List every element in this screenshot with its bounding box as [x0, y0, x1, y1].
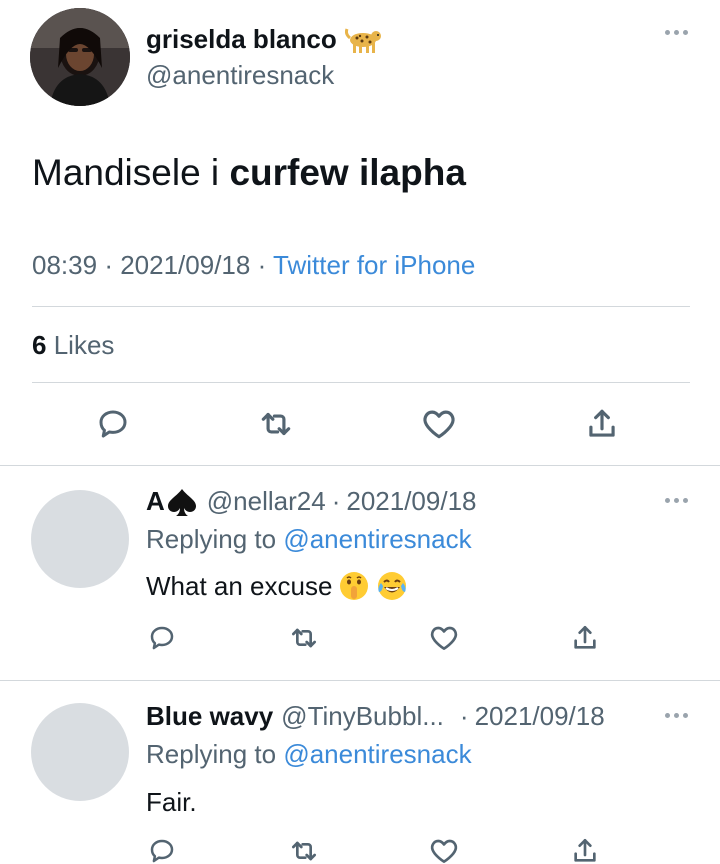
- reply-date[interactable]: 2021/09/18: [346, 486, 476, 517]
- meta-separator: ·: [257, 250, 267, 280]
- reply-text-content: What an excuse: [146, 570, 333, 601]
- more-icon[interactable]: [665, 498, 688, 503]
- reply-tweet[interactable]: A @nellar24 · 2021/09/18 Replying to @an…: [0, 466, 720, 680]
- likes-count: 6: [32, 330, 47, 360]
- more-icon[interactable]: [665, 30, 688, 35]
- replying-to: Replying to @anentiresnack: [146, 524, 472, 555]
- tweet-text: Mandisele i curfew ilapha: [32, 152, 466, 194]
- reply-tweet[interactable]: Blue wavy @TinyBubbl... · 2021/09/18 Rep…: [0, 681, 720, 864]
- mention-link[interactable]: @anentiresnack: [283, 524, 471, 554]
- display-name-text[interactable]: griselda blanco: [146, 24, 337, 55]
- reply-icon[interactable]: [93, 404, 133, 444]
- leopard-emoji-icon: [344, 26, 383, 54]
- retweet-icon[interactable]: [284, 618, 324, 658]
- tweet-text-plain: Mandisele i: [32, 152, 230, 193]
- reply-header: A @nellar24 · 2021/09/18: [146, 486, 477, 517]
- reply-text: What an excuse: [146, 570, 408, 602]
- avatar[interactable]: [31, 490, 129, 588]
- tweet-source-link[interactable]: Twitter for iPhone: [273, 250, 475, 280]
- reply-header: Blue wavy @TinyBubbl... · 2021/09/18: [146, 701, 605, 732]
- mention-link[interactable]: @anentiresnack: [283, 739, 471, 769]
- likes-stat[interactable]: 6 Likes: [32, 330, 114, 361]
- divider: [32, 382, 690, 383]
- tears-of-joy-emoji-icon: [376, 570, 408, 602]
- like-icon[interactable]: [424, 831, 464, 864]
- avatar[interactable]: [30, 8, 130, 106]
- retweet-icon[interactable]: [256, 404, 296, 444]
- replying-to: Replying to @anentiresnack: [146, 739, 472, 770]
- display-name[interactable]: Blue wavy: [146, 701, 273, 732]
- retweet-icon[interactable]: [284, 831, 324, 864]
- reply-icon[interactable]: [142, 831, 182, 864]
- share-icon[interactable]: [565, 618, 605, 658]
- handle[interactable]: @nellar24: [207, 486, 326, 517]
- shushing-face-emoji-icon: [338, 570, 370, 602]
- like-icon[interactable]: [419, 404, 459, 444]
- display-name[interactable]: griselda blanco: [146, 24, 383, 55]
- reply-text-content: Fair.: [146, 787, 197, 817]
- tweet-text-bold: curfew ilapha: [229, 152, 466, 193]
- replying-label: Replying to: [146, 524, 277, 554]
- tweet-meta: 08:39 · 2021/09/18 · Twitter for iPhone: [32, 250, 475, 281]
- divider: [32, 306, 690, 307]
- replying-label: Replying to: [146, 739, 277, 769]
- meta-separator: ·: [104, 250, 113, 280]
- display-name[interactable]: A: [146, 486, 165, 517]
- avatar[interactable]: [31, 703, 129, 801]
- share-icon[interactable]: [565, 831, 605, 864]
- more-icon[interactable]: [665, 713, 688, 718]
- tweet-date[interactable]: 2021/09/18: [120, 250, 250, 280]
- meta-separator: ·: [459, 701, 469, 731]
- handle[interactable]: @TinyBubbl...: [281, 701, 444, 732]
- tweet-time[interactable]: 08:39: [32, 250, 97, 280]
- main-tweet: griselda blanco @anentiresnack Mandisele: [0, 0, 720, 466]
- spade-emoji-icon: [165, 487, 199, 517]
- handle[interactable]: @anentiresnack: [146, 60, 334, 91]
- likes-label: Likes: [53, 330, 115, 360]
- reply-text: Fair.: [146, 787, 197, 818]
- reply-date[interactable]: 2021/09/18: [475, 701, 605, 732]
- meta-separator: ·: [331, 486, 341, 516]
- like-icon[interactable]: [424, 618, 464, 658]
- share-icon[interactable]: [582, 404, 622, 444]
- reply-icon[interactable]: [142, 618, 182, 658]
